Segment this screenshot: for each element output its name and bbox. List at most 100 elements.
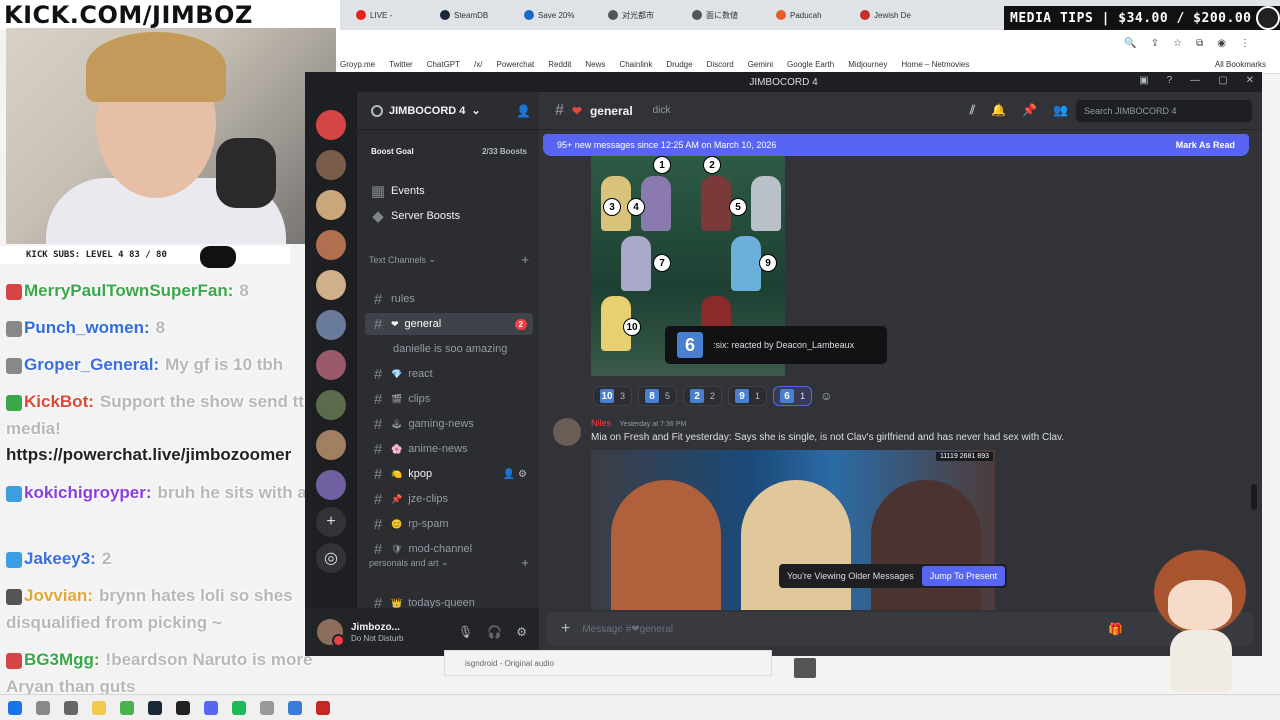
category-personals[interactable]: personals and art ⌄ +: [369, 555, 529, 570]
mark-as-read-button[interactable]: Mark As Read: [1176, 140, 1235, 150]
bookmark-link[interactable]: News: [585, 60, 605, 69]
composer-placeholder[interactable]: Message #❤general: [582, 624, 673, 635]
channel-gaming-news[interactable]: # 🕹 gaming-news: [365, 413, 533, 435]
all-bookmarks-link[interactable]: All Bookmarks: [1215, 60, 1280, 69]
bookmark-link[interactable]: Gemini: [748, 60, 773, 69]
browser-tab[interactable]: Paducah: [776, 10, 856, 20]
server-boosts-link[interactable]: ◆ Server Boosts: [365, 205, 533, 227]
browser-tab[interactable]: 对光都市: [608, 10, 688, 21]
app-icon[interactable]: [288, 700, 302, 715]
server-icon[interactable]: [316, 350, 346, 380]
scrollbar-thumb[interactable]: [1251, 484, 1257, 510]
obs-icon[interactable]: [316, 700, 330, 715]
app-icon[interactable]: [260, 700, 274, 715]
bookmark-link[interactable]: Google Earth: [787, 60, 834, 69]
channel-settings-icon[interactable]: 👤 ⚙: [503, 469, 527, 480]
bookmark-link[interactable]: Reddit: [548, 60, 571, 69]
close-icon[interactable]: ✕: [1246, 75, 1254, 86]
spotify-icon[interactable]: [232, 700, 246, 715]
server-icon[interactable]: [316, 470, 346, 500]
menu-icon[interactable]: ⋮: [1240, 38, 1250, 49]
microphone-icon[interactable]: 🎙: [458, 625, 473, 639]
minimize-icon[interactable]: —: [1190, 75, 1200, 86]
server-icon[interactable]: [316, 230, 346, 260]
search-input[interactable]: Search JIMBOCORD 4: [1076, 99, 1252, 122]
server-icon[interactable]: [316, 310, 346, 340]
add-server-icon[interactable]: +: [316, 507, 346, 537]
profile-icon[interactable]: ◉: [1217, 38, 1226, 49]
terminal-icon[interactable]: [176, 700, 190, 715]
reaction-button[interactable]: 61: [773, 386, 813, 406]
reaction-button[interactable]: 91: [728, 386, 768, 406]
maximize-icon[interactable]: ▢: [1218, 75, 1227, 86]
channel-clips[interactable]: # 🎬 clips: [365, 388, 533, 410]
bookmark-link[interactable]: Midjourney: [848, 60, 887, 69]
members-icon[interactable]: 👥: [1053, 103, 1068, 118]
author-name[interactable]: Niles: [591, 418, 611, 428]
help-icon[interactable]: ?: [1167, 75, 1173, 86]
discover-icon[interactable]: ◎: [316, 543, 346, 573]
attach-plus-icon[interactable]: +: [561, 620, 570, 638]
chrome-icon[interactable]: [120, 700, 134, 715]
server-icon[interactable]: [316, 150, 346, 180]
search-icon[interactable]: [36, 700, 50, 715]
server-icon[interactable]: [316, 110, 346, 140]
inbox-icon[interactable]: ▣: [1139, 75, 1148, 86]
steam-icon[interactable]: [148, 700, 162, 715]
bookmark-link[interactable]: Groyp.me: [340, 60, 375, 69]
extensions-icon[interactable]: ⧉: [1196, 38, 1203, 49]
bookmark-link[interactable]: Twitter: [389, 60, 413, 69]
channel-rules[interactable]: # rules: [365, 288, 533, 310]
headphones-icon[interactable]: 🎧: [487, 625, 502, 639]
gear-icon[interactable]: ⚙: [516, 625, 527, 639]
start-icon[interactable]: [8, 700, 22, 715]
bookmark-link[interactable]: Powerchat: [496, 60, 534, 69]
bookmark-link[interactable]: Discord: [707, 60, 734, 69]
browser-tab[interactable]: Jewish De: [860, 10, 940, 20]
channel-general[interactable]: # ❤ general 2: [365, 313, 533, 335]
bookmark-star-icon[interactable]: ☆: [1173, 38, 1182, 49]
channel-react[interactable]: # 💎 react: [365, 363, 533, 385]
channel-todays-queen[interactable]: # 👑 todays-queen: [365, 592, 533, 609]
channel-kpop[interactable]: # 🍋 kpop 👤 ⚙: [365, 463, 533, 485]
discord-icon[interactable]: [204, 700, 218, 715]
task-view-icon[interactable]: [64, 700, 78, 715]
bell-icon[interactable]: 🔔: [991, 103, 1006, 118]
channel-anime-news[interactable]: # 🌸 anime-news: [365, 438, 533, 460]
reaction-button[interactable]: 10 3: [593, 386, 633, 406]
bookmark-link[interactable]: /x/: [474, 60, 482, 69]
bookmark-link[interactable]: Chainlink: [619, 60, 652, 69]
file-explorer-icon[interactable]: [92, 700, 106, 715]
add-channel-icon[interactable]: +: [521, 555, 529, 570]
browser-tab[interactable]: SteamDB: [440, 10, 520, 20]
browser-tab[interactable]: LIVE -: [356, 10, 436, 20]
channel-jze-clips[interactable]: # 📌 jze-clips: [365, 488, 533, 510]
browser-tab[interactable]: Save 20%: [524, 10, 604, 20]
server-icon[interactable]: [316, 190, 346, 220]
server-icon[interactable]: [316, 390, 346, 420]
server-icon[interactable]: [316, 270, 346, 300]
reaction-button[interactable]: 85: [638, 386, 678, 406]
new-messages-bar[interactable]: 95+ new messages since 12:25 AM on March…: [543, 134, 1249, 156]
invite-icon[interactable]: 👤: [516, 104, 531, 118]
browser-tab[interactable]: 面に数値: [692, 10, 772, 21]
channel-danielle is soo amazing[interactable]: danielle is soo amazing: [365, 338, 533, 360]
add-reaction-icon[interactable]: ☺: [818, 386, 834, 406]
events-link[interactable]: ▦ Events: [365, 180, 533, 202]
zoom-icon[interactable]: 🔍: [1124, 38, 1136, 49]
category-text-channels[interactable]: Text Channels ⌄ +: [369, 252, 529, 267]
jump-to-present-button[interactable]: Jump To Present: [921, 566, 1006, 586]
avatar[interactable]: [553, 418, 581, 446]
channel-rp-spam[interactable]: # 😊 rp-spam: [365, 513, 533, 535]
avatar[interactable]: [317, 619, 345, 647]
server-icon[interactable]: [316, 430, 346, 460]
boost-goal[interactable]: Boost Goal 2/33 Boosts: [365, 132, 533, 170]
bookmark-link[interactable]: ChatGPT: [427, 60, 460, 69]
server-header[interactable]: JIMBOCORD 4 ⌄ 👤: [357, 92, 539, 130]
bookmark-link[interactable]: Drudge: [666, 60, 692, 69]
share-icon[interactable]: ⇪: [1151, 38, 1159, 49]
gift-icon[interactable]: 🎁: [1108, 622, 1123, 636]
reaction-button[interactable]: 22: [683, 386, 723, 406]
add-channel-icon[interactable]: +: [521, 252, 529, 267]
pin-icon[interactable]: 📌: [1022, 103, 1037, 118]
